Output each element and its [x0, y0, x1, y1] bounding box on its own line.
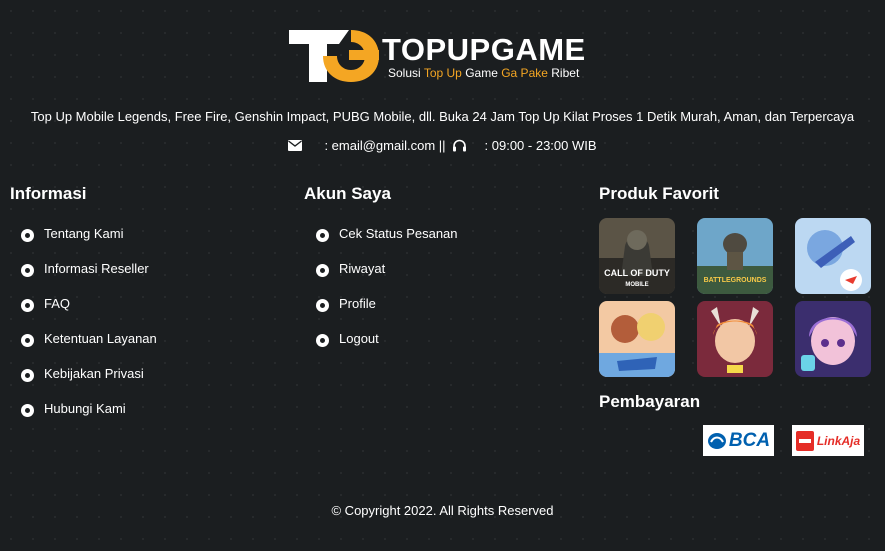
menu-item-ketentuan-layanan[interactable]: Ketentuan Layanan	[21, 331, 157, 366]
menu-item-label: Kebijakan Privasi	[44, 366, 144, 381]
logo-wordmark: TOPUPGAME	[382, 32, 586, 67]
linkaja-logo-icon	[795, 430, 814, 451]
contact-email[interactable]: : email@gmail.com ||	[324, 138, 445, 153]
free-fire-thumbnail-icon	[795, 218, 871, 294]
circle-bullet-icon	[21, 369, 34, 382]
fantasy-game-thumbnail-icon	[697, 301, 773, 377]
menu-item-label: Hubungi Kami	[44, 401, 126, 416]
pembayaran-title: Pembayaran	[599, 392, 701, 411]
menu-item-kebijakan-privasi[interactable]: Kebijakan Privasi	[21, 366, 157, 401]
bca-label: BCA	[728, 429, 771, 451]
circle-bullet-icon	[21, 334, 34, 347]
svg-text:CALL OF DUTY: CALL OF DUTY	[604, 268, 670, 278]
anime-girl-thumbnail-icon	[795, 301, 871, 377]
payment-linkaja-logo: LinkAja	[792, 425, 864, 456]
pubg-thumbnail-icon: BATTLEGROUNDS	[697, 218, 773, 294]
logo-tagline: Solusi Top Up Game Ga Pake Ribet	[388, 66, 580, 80]
product-free-fire[interactable]	[795, 218, 871, 294]
call-of-duty-thumbnail-icon: CALL OF DUTY MOBILE	[599, 218, 675, 294]
product-grid: CALL OF DUTY MOBILE BATTLEGROUNDS	[599, 218, 871, 377]
menu-item-label: Informasi Reseller	[44, 261, 149, 276]
product-pubg-mobile[interactable]: BATTLEGROUNDS	[697, 218, 773, 294]
envelope-icon	[288, 140, 303, 151]
circle-bullet-icon	[316, 229, 329, 242]
headphones-icon	[452, 139, 466, 152]
site-description: Top Up Mobile Legends, Free Fire, Genshi…	[30, 109, 855, 124]
circle-bullet-icon	[21, 264, 34, 277]
svg-text:BATTLEGROUNDS: BATTLEGROUNDS	[704, 277, 767, 284]
menu-item-cek-status-pesanan[interactable]: Cek Status Pesanan	[316, 226, 458, 261]
product-game-4[interactable]	[599, 301, 675, 377]
menu-item-faq[interactable]: FAQ	[21, 296, 157, 331]
contact-hours: : 09:00 - 23:00 WIB	[484, 138, 597, 153]
informasi-menu: Tentang Kami Informasi Reseller FAQ Kete…	[21, 226, 157, 436]
circle-bullet-icon	[21, 299, 34, 312]
menu-item-hubungi-kami[interactable]: Hubungi Kami	[21, 401, 157, 436]
circle-bullet-icon	[316, 299, 329, 312]
linkaja-label: LinkAja	[816, 433, 861, 448]
menu-item-label: Riwayat	[339, 261, 386, 276]
circle-bullet-icon	[21, 229, 34, 242]
payment-bca-logo: BCA	[703, 425, 774, 456]
menu-item-label: Ketentuan Layanan	[44, 331, 157, 346]
circle-bullet-icon	[316, 264, 329, 277]
menu-item-profile[interactable]: Profile	[316, 296, 458, 331]
menu-item-label: Profile	[339, 296, 376, 311]
menu-item-label: Cek Status Pesanan	[339, 226, 458, 241]
menu-item-riwayat[interactable]: Riwayat	[316, 261, 458, 296]
akun-title: Akun Saya	[304, 184, 391, 203]
akun-menu: Cek Status Pesanan Riwayat Profile Logou…	[316, 226, 458, 366]
informasi-title: Informasi	[10, 184, 87, 203]
product-call-of-duty-mobile[interactable]: CALL OF DUTY MOBILE	[599, 218, 675, 294]
contact-info: : email@gmail.com || : 09:00 - 23:00 WIB	[0, 138, 885, 153]
circle-bullet-icon	[21, 404, 34, 417]
menu-item-label: Tentang Kami	[44, 226, 124, 241]
copyright-text: © Copyright 2022. All Rights Reserved	[331, 503, 554, 518]
logo-mark-icon	[289, 30, 379, 82]
produk-title: Produk Favorit	[599, 184, 719, 203]
product-game-6[interactable]	[795, 301, 871, 377]
anime-game-thumbnail-icon	[599, 301, 675, 377]
menu-item-tentang-kami[interactable]: Tentang Kami	[21, 226, 157, 261]
product-game-5[interactable]	[697, 301, 773, 377]
menu-item-label: FAQ	[44, 296, 71, 311]
bca-logo-icon	[707, 432, 726, 449]
svg-text:MOBILE: MOBILE	[625, 282, 648, 288]
circle-bullet-icon	[316, 334, 329, 347]
menu-item-label: Logout	[339, 331, 379, 346]
menu-item-informasi-reseller[interactable]: Informasi Reseller	[21, 261, 157, 296]
site-logo[interactable]: TOPUPGAME Solusi Top Up Game Ga Pake Rib…	[287, 28, 597, 86]
menu-item-logout[interactable]: Logout	[316, 331, 458, 366]
